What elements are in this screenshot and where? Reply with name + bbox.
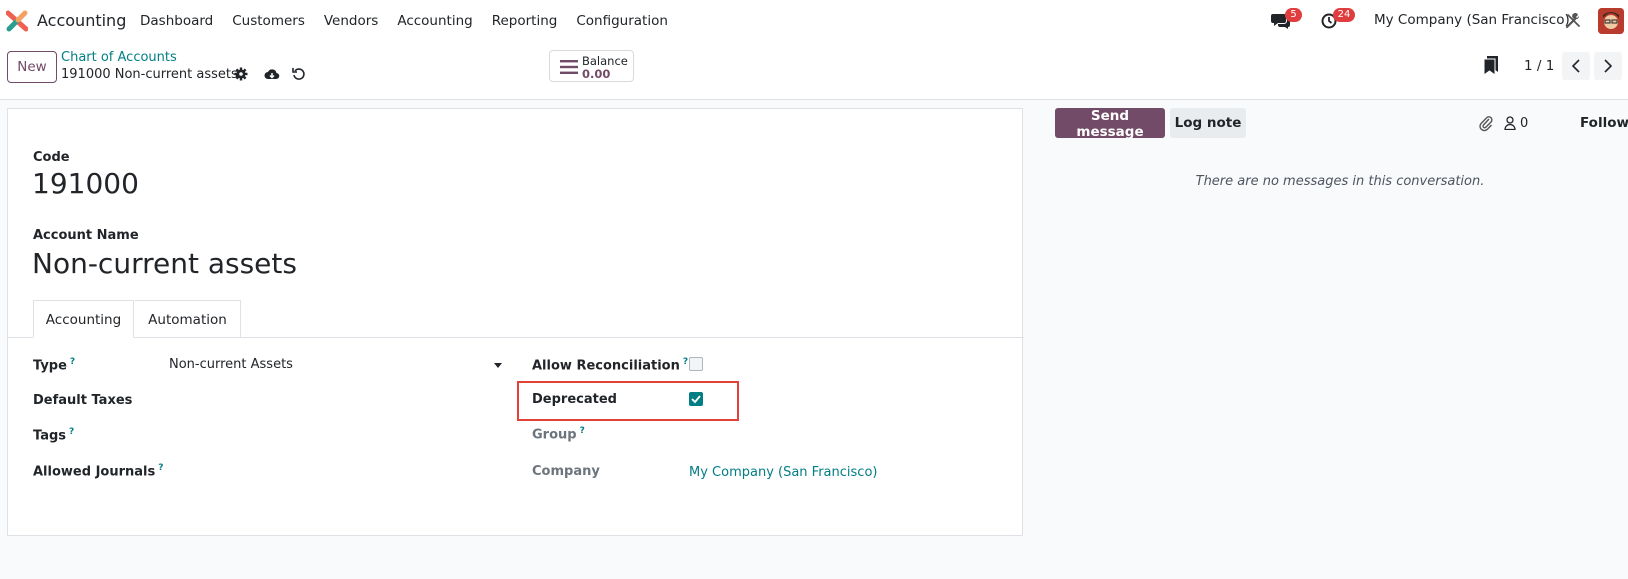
bookmark-icon[interactable] — [1484, 56, 1498, 76]
tab-accounting[interactable]: Accounting — [33, 300, 134, 338]
menu-vendors[interactable]: Vendors — [324, 13, 378, 29]
allowed-journals-label: Allowed Journals? — [33, 463, 164, 480]
menu-accounting[interactable]: Accounting — [397, 13, 472, 29]
messages-badge: 5 — [1285, 8, 1302, 22]
followers-person-icon[interactable] — [1504, 116, 1516, 130]
top-navbar: Accounting Dashboard Customers Vendors A… — [0, 0, 1628, 42]
empty-conversation-text: There are no messages in this conversati… — [1195, 174, 1485, 189]
pager-next-button[interactable] — [1594, 52, 1622, 80]
company-field[interactable]: My Company (San Francisco) — [689, 465, 877, 480]
type-help-icon[interactable]: ? — [70, 357, 75, 367]
company-label: Company — [532, 464, 600, 479]
company-switcher[interactable]: My Company (San Francisco) — [1374, 12, 1570, 28]
pager-value[interactable]: 1 / 1 — [1524, 58, 1554, 74]
tags-label: Tags? — [33, 427, 75, 444]
tab-automation[interactable]: Automation — [135, 300, 241, 338]
type-label: Type? — [33, 357, 76, 374]
follow-button[interactable]: Follow — [1580, 115, 1628, 131]
chevron-down-icon[interactable] — [494, 363, 502, 368]
breadcrumb-chart-of-accounts[interactable]: Chart of Accounts — [61, 50, 177, 65]
app-name[interactable]: Accounting — [37, 11, 126, 30]
allowed-journals-help-icon[interactable]: ? — [158, 463, 163, 473]
checkmark-icon — [691, 395, 701, 404]
allow-reconciliation-checkbox[interactable] — [689, 357, 703, 371]
default-taxes-label: Default Taxes — [33, 393, 133, 408]
menu-reporting[interactable]: Reporting — [492, 13, 558, 29]
group-help-icon[interactable]: ? — [580, 426, 585, 436]
deprecated-label: Deprecated — [532, 392, 617, 407]
new-button[interactable]: New — [7, 51, 57, 83]
allow-reconciliation-label: Allow Reconciliation? — [532, 357, 689, 374]
chevron-right-icon — [1604, 59, 1613, 73]
debug-tools-icon[interactable] — [1565, 12, 1582, 29]
followers-count[interactable]: 0 — [1520, 116, 1528, 131]
menu-customers[interactable]: Customers — [232, 13, 305, 29]
group-label: Group? — [532, 426, 585, 443]
user-avatar-icon — [1598, 8, 1624, 34]
gear-icon[interactable] — [234, 67, 248, 81]
menu-dashboard[interactable]: Dashboard — [140, 13, 213, 29]
form-sheet: Code 191000 Account Name Non-current ass… — [7, 108, 1024, 536]
code-field[interactable]: 191000 — [32, 167, 139, 200]
account-name-field[interactable]: Non-current assets — [32, 247, 297, 280]
account-name-label: Account Name — [33, 228, 139, 243]
balance-value: 0.00 — [582, 67, 611, 81]
control-panel: New Chart of Accounts 191000 Non-current… — [0, 42, 1628, 100]
paperclip-icon[interactable] — [1479, 115, 1493, 132]
balance-smart-button[interactable]: Balance 0.00 — [549, 50, 634, 82]
record-title: 191000 Non-current assets — [61, 67, 238, 82]
chevron-left-icon — [1571, 59, 1580, 73]
balance-label: Balance — [582, 54, 628, 68]
deprecated-checkbox[interactable] — [689, 392, 703, 406]
main-menu: Dashboard Customers Vendors Accounting R… — [140, 0, 687, 42]
pager-previous-button[interactable] — [1562, 52, 1590, 80]
menu-configuration[interactable]: Configuration — [576, 13, 668, 29]
log-note-button[interactable]: Log note — [1170, 108, 1246, 138]
app-logo-icon[interactable] — [6, 10, 28, 32]
code-label: Code — [33, 150, 70, 165]
activities-badge: 24 — [1333, 8, 1355, 22]
tags-help-icon[interactable]: ? — [69, 427, 74, 437]
user-avatar[interactable] — [1598, 8, 1624, 34]
discard-changes-icon[interactable] — [292, 67, 306, 81]
cloud-save-icon[interactable] — [264, 67, 280, 81]
send-message-button[interactable]: Send message — [1055, 108, 1165, 140]
allow-reconciliation-help-icon[interactable]: ? — [683, 357, 688, 367]
list-bars-icon — [560, 60, 578, 74]
type-select[interactable]: Non-current Assets — [169, 357, 293, 372]
